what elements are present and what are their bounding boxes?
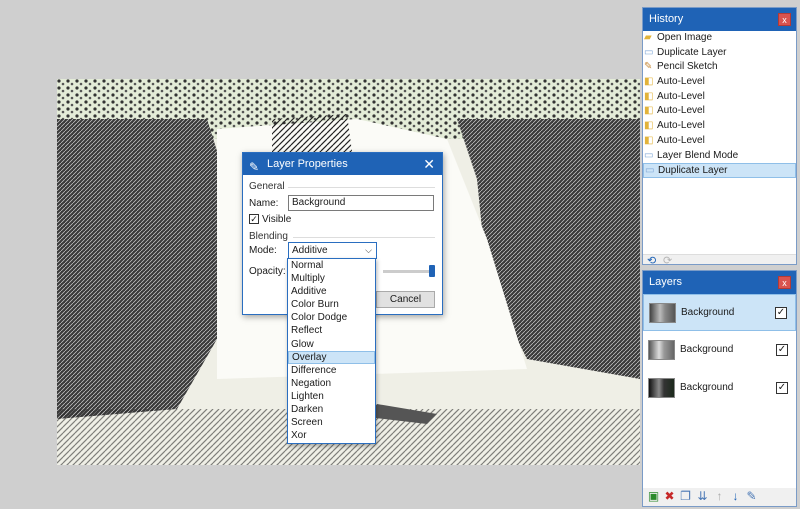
layer-name: Background [680, 344, 734, 355]
mode-option[interactable]: Darken [288, 403, 375, 416]
duplicate-layer-icon[interactable]: ❐ [679, 490, 692, 503]
mode-option[interactable]: Screen [288, 416, 375, 429]
mode-option[interactable]: Lighten [288, 390, 375, 403]
chevron-down-icon: ⌵ [365, 245, 372, 255]
adjustment-icon: ◧ [644, 90, 654, 102]
layer-name: Background [681, 307, 735, 318]
opacity-label: Opacity: [249, 266, 286, 277]
visible-label: Visible [262, 214, 292, 225]
layer-icon: ▭ [645, 165, 655, 177]
opacity-slider-thumb[interactable] [429, 265, 435, 277]
history-item[interactable]: ◧ Auto-Level [643, 134, 796, 149]
adjustment-icon: ◧ [644, 76, 654, 88]
mode-option[interactable]: Color Burn [288, 298, 375, 311]
layers-title: Layers [649, 276, 683, 288]
layer-visibility-checkbox[interactable]: ✓ [776, 382, 788, 394]
delete-layer-icon[interactable]: ✖ [663, 490, 676, 503]
layer-row[interactable]: Background ✓ [643, 294, 796, 331]
layer-row[interactable]: Background ✓ [643, 332, 796, 369]
layer-visibility-checkbox[interactable]: ✓ [776, 344, 788, 356]
history-item-label: Duplicate Layer [658, 165, 728, 177]
mode-option[interactable]: Reflect [288, 324, 375, 337]
history-panel: History x ▰ Open Image ▭ Duplicate Layer ✎ Pe… [642, 7, 797, 268]
move-layer-down-icon[interactable]: ↓ [729, 490, 742, 503]
blending-heading: Blending [249, 231, 288, 242]
mode-select[interactable]: Additive ⌵ [288, 242, 377, 259]
mode-option[interactable]: Xor [288, 429, 375, 442]
cancel-button[interactable]: Cancel [376, 291, 435, 308]
adjustment-icon: ◧ [644, 105, 654, 117]
history-item[interactable]: ▭ Duplicate Layer [643, 163, 796, 178]
pencil-icon: ✎ [644, 61, 653, 73]
history-item[interactable]: ▰ Open Image [643, 31, 796, 46]
history-item-label: Auto-Level [657, 120, 705, 132]
adjustment-icon: ◧ [644, 134, 654, 146]
history-item-label: Layer Blend Mode [657, 149, 739, 161]
mode-option[interactable]: Multiply [288, 272, 375, 285]
layer-properties-icon: ✎ [249, 160, 260, 174]
history-title-bar[interactable]: History x [643, 8, 796, 31]
mode-label: Mode: [249, 245, 277, 256]
history-item[interactable]: ◧ Auto-Level [643, 119, 796, 134]
history-item[interactable]: ✎ Pencil Sketch [643, 60, 796, 75]
history-item[interactable]: ▭ Layer Blend Mode [643, 149, 796, 164]
layer-thumbnail [648, 378, 675, 398]
layers-toolbar: ▣ ✖ ❐ ⇊ ↑ ↓ ✎ [643, 488, 796, 506]
dialog-title: Layer Properties [267, 158, 348, 170]
folder-icon: ▰ [644, 32, 652, 43]
layer-visibility-checkbox[interactable]: ✓ [775, 307, 787, 319]
mode-option[interactable]: Overlay [288, 350, 375, 364]
mode-select-value: Additive [292, 245, 328, 256]
mode-option[interactable]: Negation [288, 377, 375, 390]
mode-dropdown-list: Normal Multiply Additive Color Burn Color Do… [287, 258, 376, 444]
layer-row[interactable]: Background ✓ [643, 370, 796, 407]
history-item-label: Auto-Level [657, 76, 705, 88]
dialog-close-button[interactable]: ✕ [423, 153, 435, 175]
merge-down-icon[interactable]: ⇊ [696, 490, 709, 503]
add-layer-icon[interactable]: ▣ [647, 490, 660, 503]
history-item-label: Duplicate Layer [657, 46, 727, 58]
adjustment-icon: ◧ [644, 120, 654, 132]
mode-option[interactable]: Normal [288, 259, 375, 272]
general-divider [288, 187, 435, 188]
layer-properties-icon[interactable]: ✎ [745, 490, 758, 503]
opacity-slider-track[interactable] [383, 270, 433, 273]
layers-panel: Layers x Background ✓ Background ✓ Backgroun… [642, 270, 797, 507]
mode-option[interactable]: Color Dodge [288, 311, 375, 324]
blending-divider [293, 237, 435, 238]
dialog-title-bar[interactable]: ✎ Layer Properties ✕ [243, 153, 442, 175]
layers-list: Background ✓ Background ✓ Background ✓ [643, 294, 796, 489]
layers-title-bar[interactable]: Layers x [643, 271, 796, 294]
layers-close-button[interactable]: x [778, 276, 791, 289]
name-label: Name: [249, 198, 279, 209]
history-item[interactable]: ◧ Auto-Level [643, 90, 796, 105]
history-footer: ⟲ ⟳ [643, 254, 796, 268]
mode-option[interactable]: Glow [288, 338, 375, 351]
general-heading: General [249, 181, 285, 192]
mode-option[interactable]: Difference [288, 364, 375, 377]
history-item-label: Auto-Level [657, 90, 705, 102]
layer-icon: ▭ [644, 149, 654, 161]
redo-icon[interactable]: ⟳ [663, 254, 672, 267]
visible-checkbox[interactable]: ✓ [249, 214, 259, 224]
layer-name: Background [680, 382, 734, 393]
history-item[interactable]: ◧ Auto-Level [643, 104, 796, 119]
name-input[interactable]: Background [288, 195, 434, 211]
history-item-label: Open Image [657, 32, 713, 43]
layer-thumbnail [648, 340, 675, 360]
history-item[interactable]: ▭ Duplicate Layer [643, 46, 796, 61]
history-item-label: Pencil Sketch [657, 61, 718, 73]
history-title: History [649, 13, 684, 25]
history-item[interactable]: ◧ Auto-Level [643, 75, 796, 90]
undo-icon[interactable]: ⟲ [647, 254, 656, 267]
move-layer-up-icon[interactable]: ↑ [713, 490, 726, 503]
layer-thumbnail [649, 303, 676, 323]
mode-option[interactable]: Additive [288, 285, 375, 298]
history-close-button[interactable]: x [778, 13, 791, 26]
history-item-label: Auto-Level [657, 105, 705, 117]
layer-icon: ▭ [644, 46, 654, 58]
history-item-label: Auto-Level [657, 134, 705, 146]
history-list: ▰ Open Image ▭ Duplicate Layer ✎ Pencil Sketc… [643, 31, 796, 255]
